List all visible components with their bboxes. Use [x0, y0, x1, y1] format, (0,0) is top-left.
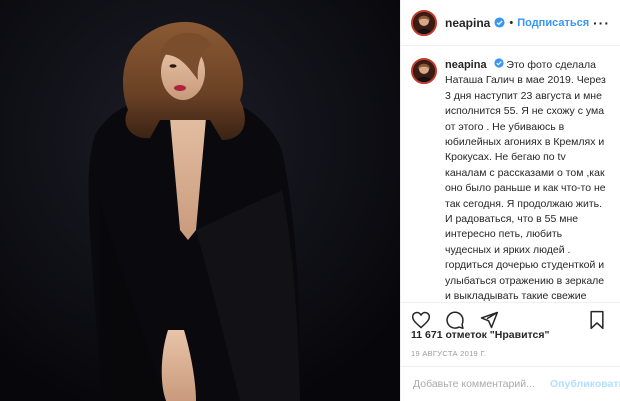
add-comment-bar: Опубликовать	[401, 366, 620, 401]
avatar[interactable]	[411, 9, 437, 36]
avatar-image	[413, 11, 435, 34]
verified-badge-icon	[493, 58, 504, 68]
post-header: neapina • Подписаться ···	[401, 0, 620, 46]
username-link[interactable]: neapina	[445, 16, 490, 30]
caption-comment: neapina Это фото сделала Наташа Галич в …	[411, 58, 610, 302]
instagram-post: neapina • Подписаться ··· neapina Это фо…	[0, 0, 620, 401]
avatar-image	[413, 60, 435, 82]
post-date[interactable]: 19 АВГУСТА 2019 Г.	[411, 349, 486, 358]
comments-area[interactable]: neapina Это фото сделала Наташа Галич в …	[401, 46, 620, 302]
post-photo[interactable]	[0, 0, 400, 401]
comment-input[interactable]	[411, 377, 550, 391]
caption-avatar[interactable]	[411, 58, 437, 84]
follow-button[interactable]: Подписаться	[517, 17, 589, 29]
bookmark-icon[interactable]	[588, 310, 610, 332]
more-options-button[interactable]: ···	[593, 15, 610, 31]
portrait-image	[0, 0, 400, 401]
caption-body: Это фото сделала Наташа Галич в мае 2019…	[445, 59, 606, 302]
likes-count[interactable]: 11 671 отметок "Нравится"	[411, 329, 549, 341]
publish-button[interactable]: Опубликовать	[550, 378, 620, 390]
post-side-panel: neapina • Подписаться ··· neapina Это фо…	[400, 0, 620, 401]
separator-dot: •	[509, 16, 514, 29]
verified-badge-icon	[494, 17, 505, 28]
caption-text: neapina Это фото сделала Наташа Галич в …	[445, 58, 610, 302]
caption-username[interactable]: neapina	[445, 59, 487, 71]
